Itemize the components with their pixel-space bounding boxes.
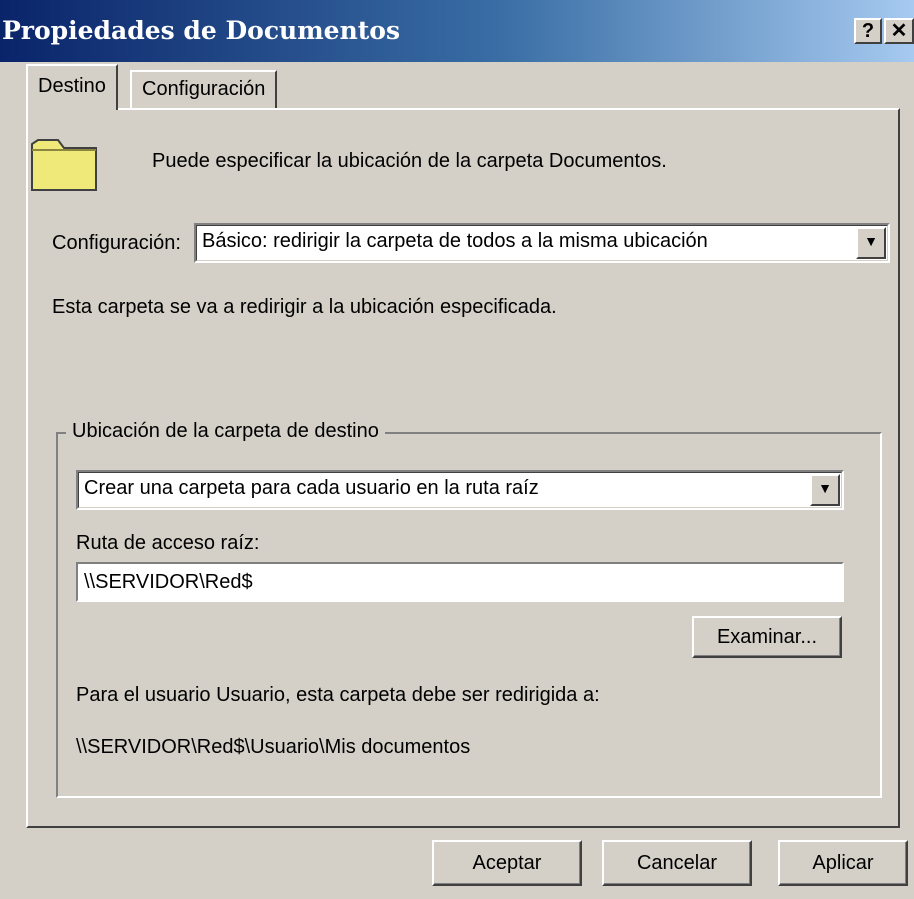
root-path-value: \\SERVIDOR\Red$ bbox=[84, 571, 253, 593]
resolved-path-text: \\SERVIDOR\Red$\Usuario\Mis documentos bbox=[76, 736, 471, 758]
chevron-down-icon[interactable]: ▼ bbox=[856, 227, 886, 259]
user-info-text: Para el usuario Usuario, esta carpeta de… bbox=[76, 684, 600, 706]
ok-button[interactable]: Aceptar bbox=[432, 840, 582, 886]
title-bar[interactable]: Propiedades de Documentos ? ✕ bbox=[0, 0, 914, 62]
config-dropdown-value: Básico: redirigir la carpeta de todos a … bbox=[202, 230, 708, 252]
browse-button[interactable]: Examinar... bbox=[692, 616, 842, 658]
tab-strip: Destino Configuración bbox=[26, 64, 896, 110]
location-dropdown-value: Crear una carpeta para cada usuario en l… bbox=[84, 477, 539, 499]
groupbox-title: Ubicación de la carpeta de destino bbox=[66, 420, 385, 443]
cancel-button[interactable]: Cancelar bbox=[602, 840, 752, 886]
help-button[interactable]: ? bbox=[854, 18, 882, 44]
folder-icon bbox=[31, 139, 97, 191]
chevron-down-icon[interactable]: ▼ bbox=[810, 474, 840, 506]
window-title: Propiedades de Documentos bbox=[2, 16, 401, 45]
config-label: Configuración: bbox=[52, 232, 181, 254]
config-dropdown[interactable]: Básico: redirigir la carpeta de todos a … bbox=[194, 223, 890, 263]
tab-configuracion[interactable]: Configuración bbox=[130, 70, 278, 108]
status-text: Esta carpeta se va a redirigir a la ubic… bbox=[52, 296, 557, 318]
root-path-label: Ruta de acceso raíz: bbox=[76, 532, 260, 554]
properties-dialog: Propiedades de Documentos ? ✕ Destino Co… bbox=[0, 0, 914, 899]
tab-destino[interactable]: Destino bbox=[26, 64, 118, 110]
root-path-input[interactable]: \\SERVIDOR\Red$ bbox=[76, 562, 844, 602]
close-button[interactable]: ✕ bbox=[884, 18, 914, 44]
description-text: Puede especificar la ubicación de la car… bbox=[152, 150, 667, 172]
apply-button[interactable]: Aplicar bbox=[778, 840, 908, 886]
location-dropdown[interactable]: Crear una carpeta para cada usuario en l… bbox=[76, 470, 844, 510]
